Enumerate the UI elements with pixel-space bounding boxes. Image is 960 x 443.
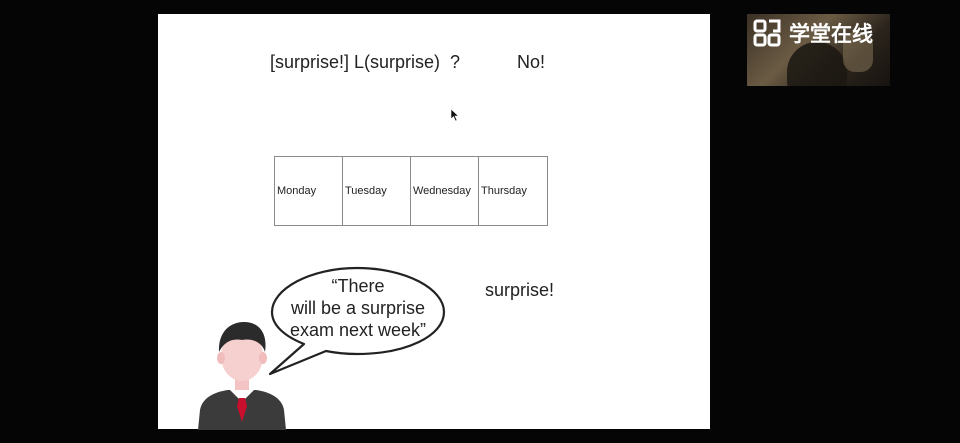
- webcam-person-silhouette: [787, 42, 847, 86]
- xuetangx-watermark: 学堂在线: [753, 18, 873, 48]
- slide-answer: No!: [517, 52, 546, 72]
- slide-formula: [surprise!] L(surprise) ?: [270, 52, 461, 72]
- video-player-frame: [surprise!] L(surprise) ? No! Monday Tue…: [0, 0, 960, 443]
- surprise-label: surprise!: [485, 280, 555, 300]
- lecture-slide: [surprise!] L(surprise) ? No! Monday Tue…: [158, 14, 710, 430]
- day-cell-thursday: Thursday: [481, 185, 527, 197]
- teacher-avatar-icon: [198, 322, 286, 430]
- speech-line-3: exam next week”: [289, 320, 427, 340]
- day-cell-wednesday: Wednesday: [411, 157, 479, 225]
- days-table: Monday Tuesday Wednesday Thursday: [274, 156, 548, 226]
- day-cell-tuesday: Tuesday: [343, 157, 411, 225]
- speech-line-1: “There: [331, 276, 385, 296]
- speech-text: “There will be a surprise exam next week…: [274, 275, 442, 341]
- day-cell-monday: Monday: [275, 157, 343, 225]
- mouse-cursor-icon: [450, 108, 460, 122]
- watermark-text: 学堂在线: [789, 23, 873, 46]
- speech-line-2: will be a surprise: [290, 298, 426, 318]
- xuetangx-logo-icon: [753, 19, 781, 47]
